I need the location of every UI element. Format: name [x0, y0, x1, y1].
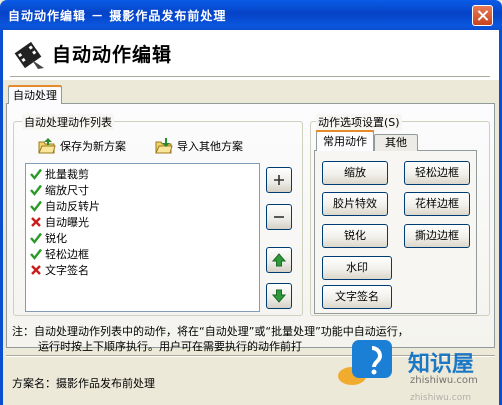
- sharpen-button[interactable]: 锐化: [322, 224, 388, 248]
- save-as-new-scheme-label: 保存为新方案: [60, 140, 126, 153]
- move-up-button[interactable]: [266, 247, 292, 273]
- add-icon: [274, 175, 284, 185]
- save-as-new-scheme-button[interactable]: 保存为新方案: [38, 138, 126, 154]
- close-button[interactable]: [472, 5, 493, 26]
- list-item-label: 自动反转片: [45, 199, 100, 213]
- list-item-label: 自动曝光: [45, 215, 89, 229]
- add-action-button[interactable]: [266, 167, 292, 193]
- watermark-domain: zhishiwu.com: [410, 375, 478, 386]
- action-list-group-label: 自动处理动作列表: [22, 114, 114, 130]
- easy-border-button[interactable]: 轻松边框: [404, 161, 470, 185]
- tab-other[interactable]: 其他: [374, 134, 418, 151]
- list-item[interactable]: 文字签名: [30, 262, 89, 277]
- watermark-button[interactable]: 水印: [322, 256, 392, 280]
- film-effect-button[interactable]: 胶片特效: [322, 192, 388, 216]
- list-item[interactable]: 自动反转片: [30, 198, 100, 213]
- scale-button[interactable]: 缩放: [322, 161, 388, 185]
- arrow-up-icon: [271, 253, 287, 267]
- move-down-button[interactable]: [266, 283, 292, 309]
- list-item-label: 缩放尺寸: [45, 183, 89, 197]
- remove-icon: [274, 216, 284, 218]
- list-item-label: 文字签名: [45, 263, 89, 277]
- list-item[interactable]: 轻松边框: [30, 246, 89, 261]
- list-item[interactable]: 自动曝光: [30, 214, 89, 229]
- remove-action-button[interactable]: [266, 204, 292, 230]
- folder-import-icon: [155, 138, 173, 154]
- list-item[interactable]: 锐化: [30, 230, 67, 245]
- list-item-label: 锐化: [45, 231, 67, 245]
- import-other-scheme-label: 导入其他方案: [177, 140, 243, 153]
- pattern-border-button[interactable]: 花样边框: [404, 192, 470, 216]
- list-item-label: 批量裁剪: [45, 167, 89, 181]
- page-title: 自动动作编辑: [52, 44, 173, 66]
- check-icon: [30, 168, 42, 180]
- note-line-1: 注：自动处理动作列表中的动作，将在“自动处理”或“批量处理”功能中自动运行，: [12, 325, 409, 338]
- import-other-scheme-button[interactable]: 导入其他方案: [155, 138, 243, 154]
- tab-common-actions[interactable]: 常用动作: [316, 130, 374, 151]
- folder-save-icon: [38, 138, 56, 154]
- window-title: 自动动作编辑 － 摄影作品发布前处理: [8, 9, 227, 23]
- check-icon: [30, 200, 42, 212]
- tab-auto-process[interactable]: 自动处理: [8, 85, 62, 104]
- film-edit-icon: [14, 41, 44, 69]
- text-signature-button[interactable]: 文字签名: [322, 285, 392, 309]
- watermark-logo-icon: [338, 340, 392, 385]
- watermark-text: 知识屋: [408, 352, 475, 377]
- cross-icon: [31, 216, 41, 227]
- check-icon: [30, 184, 42, 196]
- action-list[interactable]: 批量裁剪 缩放尺寸 自动反转片 自动曝光 锐化 轻松边框 文字签名: [25, 163, 260, 312]
- list-item[interactable]: 批量裁剪: [30, 166, 89, 181]
- action-options-group-label: 动作选项设置(S): [316, 114, 402, 130]
- watermark-domain-secondary: zhishiwu.com: [410, 393, 471, 403]
- list-item[interactable]: 缩放尺寸: [30, 182, 89, 197]
- check-icon: [30, 232, 42, 244]
- cross-icon: [31, 264, 41, 275]
- scheme-name-label: 方案名：摄影作品发布前处理: [12, 377, 155, 390]
- check-icon: [30, 248, 42, 260]
- divider: [10, 76, 490, 78]
- torn-border-button[interactable]: 撕边边框: [404, 224, 470, 248]
- note-line-2: 运行时按上下顺序执行。用户可在需要执行的动作前打: [38, 340, 302, 353]
- list-item-label: 轻松边框: [45, 247, 89, 261]
- arrow-down-icon: [271, 289, 287, 303]
